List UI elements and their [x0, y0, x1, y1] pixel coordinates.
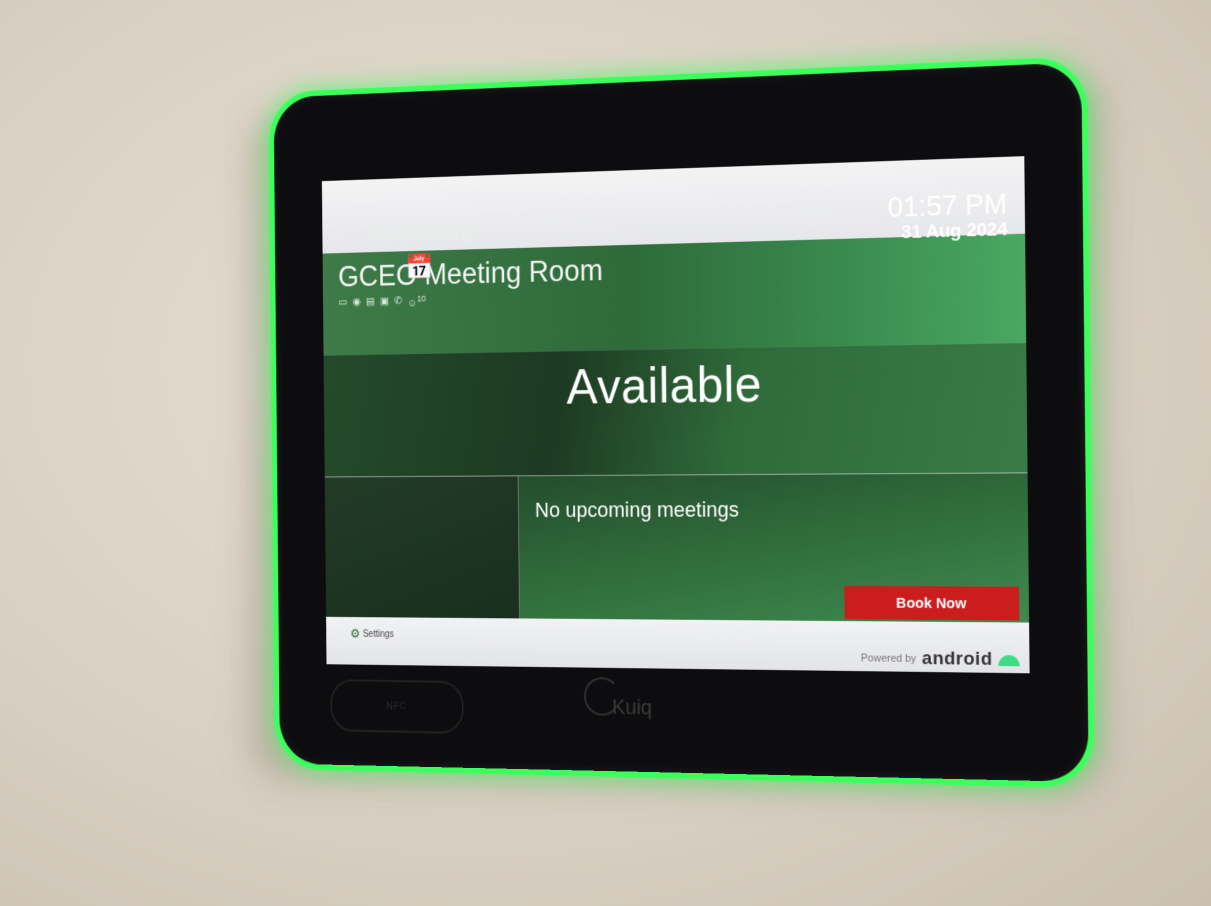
- gear-icon: ⚙: [350, 626, 360, 641]
- monitor-icon: ▭: [338, 296, 347, 311]
- settings-button[interactable]: ⚙ Settings: [350, 626, 394, 641]
- next-meeting-label: Next Meeting: [372, 223, 475, 248]
- device-bezel: 01:57 PM 31 Aug 2024 GCEO Meeting Room ▭…: [274, 62, 1089, 782]
- android-logo-icon: [998, 655, 1020, 666]
- clock-date: 31 Aug 2024: [901, 219, 1007, 244]
- video-conference-icon: ◉: [352, 295, 360, 310]
- powered-by: Powered by android: [861, 648, 1020, 672]
- calendar-clock-icon: 📅: [405, 252, 433, 282]
- presentation-icon: ▣: [380, 295, 389, 310]
- next-meeting-panel[interactable]: [325, 476, 520, 618]
- phone-icon: ✆: [394, 294, 402, 309]
- capacity-icon: ☺10: [407, 294, 426, 309]
- capacity-count: 10: [417, 294, 426, 304]
- room-name: GCEO Meeting Room: [338, 253, 603, 294]
- room-panel-device: 01:57 PM 31 Aug 2024 GCEO Meeting Room ▭…: [274, 62, 1089, 782]
- book-now-button[interactable]: Book Now: [844, 586, 1019, 621]
- nfc-reader[interactable]: NFC: [330, 679, 464, 734]
- whiteboard-icon: ▤: [366, 295, 375, 310]
- touch-screen: 01:57 PM 31 Aug 2024 GCEO Meeting Room ▭…: [322, 156, 1030, 673]
- android-wordmark: android: [922, 648, 993, 671]
- nfc-label: NFC: [386, 701, 406, 712]
- amenity-icons: ▭ ◉ ▤ ▣ ✆ ☺10: [338, 294, 426, 311]
- room-status: Available: [324, 351, 1027, 419]
- settings-label: Settings: [363, 629, 394, 640]
- brand-name: Kuiq: [591, 683, 673, 732]
- powered-by-label: Powered by: [861, 653, 916, 665]
- no-meetings-message: No upcoming meetings: [535, 497, 739, 522]
